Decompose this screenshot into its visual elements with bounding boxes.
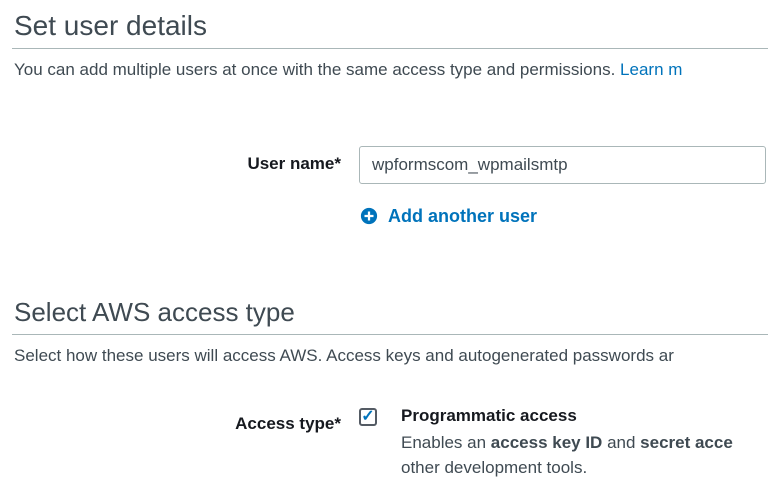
access-type-label: Access type* — [14, 406, 359, 434]
programmatic-access-description: Enables an access key ID and secret acce… — [401, 430, 766, 481]
desc-part: Enables an — [401, 433, 491, 452]
desc-part: and — [602, 433, 640, 452]
access-type-checkbox-wrapper: ✓ — [359, 406, 401, 426]
desc-bold: access key ID — [491, 433, 603, 452]
description-text: You can add multiple users at once with … — [14, 60, 615, 79]
divider — [12, 334, 768, 335]
access-type-description-wrapper: Programmatic access Enables an access ke… — [401, 406, 766, 481]
plus-circle-icon — [360, 207, 378, 225]
desc-bold: secret acce — [640, 433, 733, 452]
user-name-field-wrapper — [359, 146, 766, 184]
user-name-label: User name* — [14, 146, 359, 174]
programmatic-access-name: Programmatic access — [401, 406, 766, 426]
user-name-input[interactable] — [359, 146, 766, 184]
set-user-details-heading: Set user details — [0, 0, 780, 48]
select-access-type-heading: Select AWS access type — [0, 227, 780, 334]
check-icon: ✓ — [361, 409, 374, 425]
programmatic-access-checkbox[interactable]: ✓ — [359, 408, 377, 426]
add-another-user-link[interactable]: Add another user — [388, 206, 537, 227]
add-another-user-row[interactable]: Add another user — [0, 206, 780, 227]
access-type-row: Access type* ✓ Programmatic access Enabl… — [0, 406, 780, 481]
desc-part: other development tools. — [401, 458, 587, 477]
user-name-row: User name* — [0, 146, 780, 184]
divider — [12, 48, 768, 49]
select-access-type-description: Select how these users will access AWS. … — [0, 343, 780, 368]
learn-more-link[interactable]: Learn m — [620, 60, 682, 79]
set-user-details-description: You can add multiple users at once with … — [0, 57, 780, 82]
